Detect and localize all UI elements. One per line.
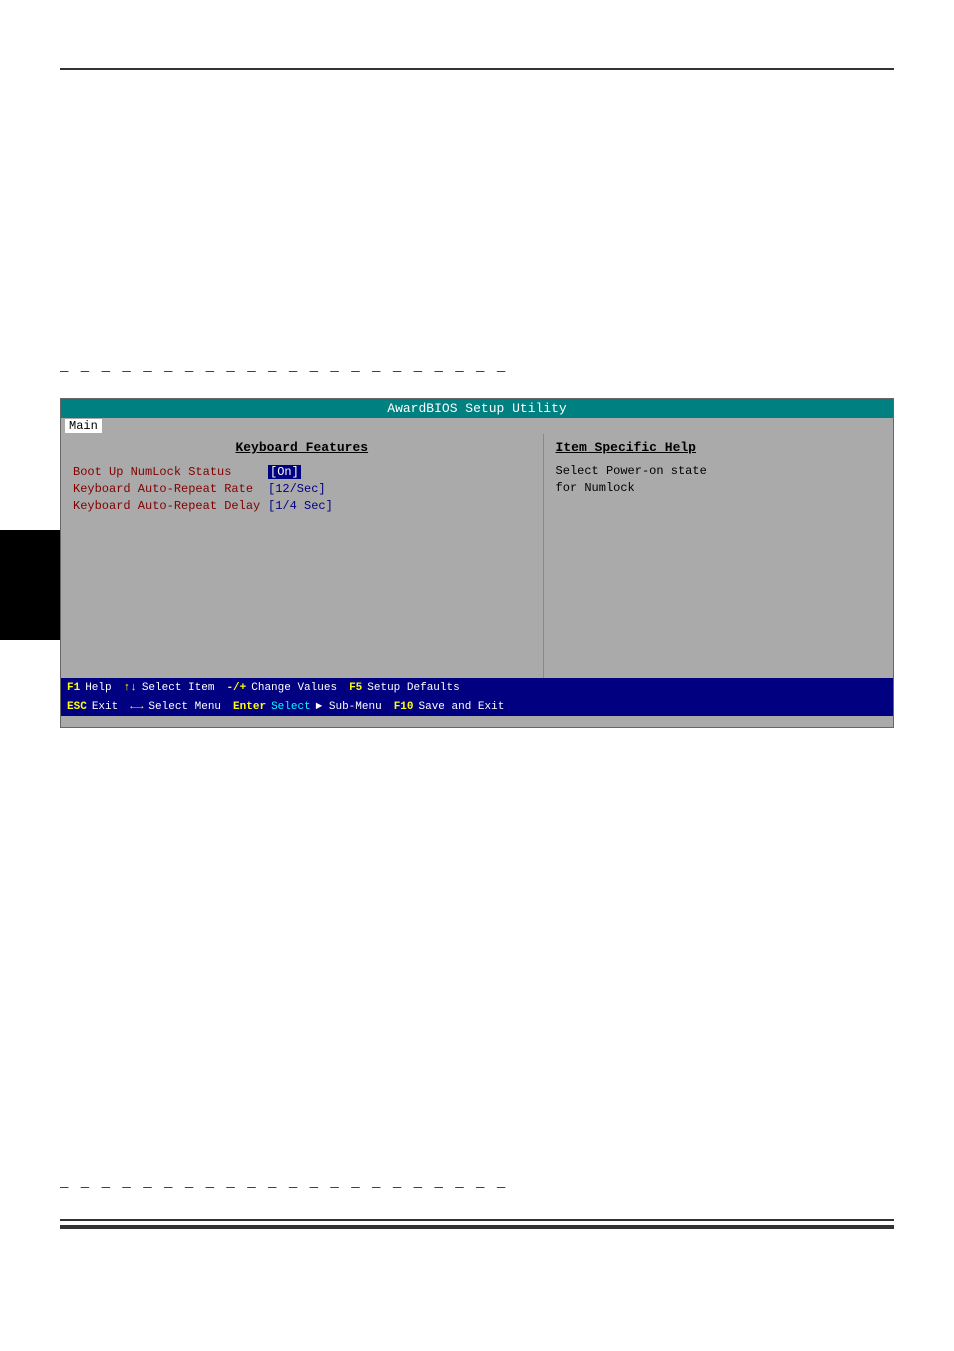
desc-select-item: Select Item	[142, 682, 215, 694]
bios-bottombar-row2: ESC Exit ←→ Select Menu Enter Select ► S…	[67, 701, 887, 713]
bios-main-area: Keyboard Features Boot Up NumLock Status…	[61, 434, 893, 678]
bios-bottombar-row1: F1 Help ↑↓ Select Item -/+ Change Values…	[67, 682, 887, 694]
key-f5: F5	[349, 682, 362, 694]
key-enter: Enter	[233, 701, 266, 713]
desc-select: Select	[271, 701, 311, 713]
side-tab	[0, 530, 60, 640]
top-divider	[60, 68, 894, 70]
desc-change-values: Change Values	[251, 682, 337, 694]
bios-titlebar: AwardBIOS Setup Utility	[61, 399, 893, 418]
desc-select-menu: Select Menu	[148, 701, 221, 713]
bios-menu-main[interactable]: Main	[65, 419, 102, 433]
bios-value-repeat-rate: [12/Sec]	[268, 482, 326, 496]
key-f1: F1	[67, 682, 80, 694]
desc-exit: Exit	[92, 701, 118, 713]
bios-setting-row-numlock[interactable]: Boot Up NumLock Status [On]	[73, 465, 531, 479]
bios-bottombar: F1 Help ↑↓ Select Item -/+ Change Values…	[61, 678, 893, 716]
key-esc: ESC	[67, 701, 87, 713]
bios-label-numlock: Boot Up NumLock Status	[73, 465, 268, 479]
desc-help: Help	[85, 682, 111, 694]
key-updown: ↑↓	[124, 682, 137, 694]
bios-section-title: Keyboard Features	[73, 440, 531, 455]
bios-help-title: Item Specific Help	[556, 440, 881, 455]
bios-title-text: AwardBIOS Setup Utility	[387, 401, 566, 416]
dashed-divider-top	[60, 370, 894, 374]
bios-help-text: Select Power-on statefor Numlock	[556, 463, 881, 497]
key-plusminus: -/+	[226, 682, 246, 694]
bios-label-repeat-rate: Keyboard Auto-Repeat Rate	[73, 482, 268, 496]
dashed-divider-bottom	[60, 1180, 894, 1196]
key-f10: F10	[394, 701, 414, 713]
key-leftright: ←→	[130, 701, 143, 713]
desc-setup-defaults: Setup Defaults	[367, 682, 459, 694]
desc-save-exit: Save and Exit	[419, 701, 505, 713]
bios-value-repeat-delay: [1/4 Sec]	[268, 499, 333, 513]
desc-submenu: ► Sub-Menu	[316, 701, 382, 713]
bios-setting-row-repeat-delay[interactable]: Keyboard Auto-Repeat Delay [1/4 Sec]	[73, 499, 531, 513]
bios-setting-row-repeat-rate[interactable]: Keyboard Auto-Repeat Rate [12/Sec]	[73, 482, 531, 496]
bottom-divider-2	[60, 1225, 894, 1229]
bottom-divider-1	[60, 1219, 894, 1221]
bios-left-panel: Keyboard Features Boot Up NumLock Status…	[61, 434, 544, 678]
bios-value-numlock: [On]	[268, 465, 301, 479]
bios-right-panel: Item Specific Help Select Power-on state…	[544, 434, 893, 678]
bios-menubar: Main	[61, 418, 893, 434]
bios-label-repeat-delay: Keyboard Auto-Repeat Delay	[73, 499, 268, 513]
page: AwardBIOS Setup Utility Main Keyboard Fe…	[0, 0, 954, 1351]
bios-screen: AwardBIOS Setup Utility Main Keyboard Fe…	[60, 398, 894, 728]
